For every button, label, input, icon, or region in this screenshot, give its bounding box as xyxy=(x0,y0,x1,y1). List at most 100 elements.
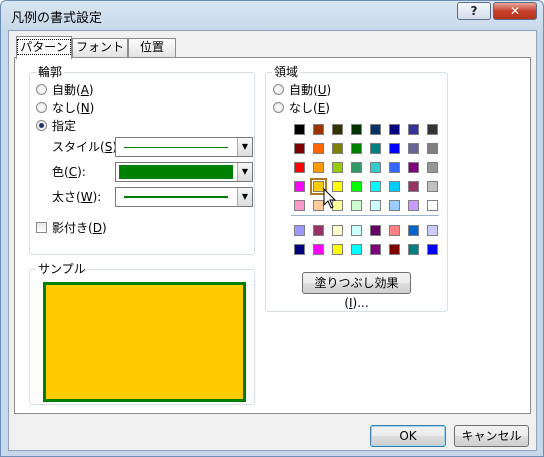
area-auto-end: ) xyxy=(326,83,332,97)
color-swatch[interactable] xyxy=(427,124,438,135)
color-swatch[interactable] xyxy=(427,143,438,154)
shadow-checkbox[interactable] xyxy=(36,222,47,233)
border-color-combo[interactable]: ▼ xyxy=(115,162,253,182)
border-none-end: ) xyxy=(89,101,95,115)
border-color-text: 色( xyxy=(52,165,69,179)
area-none-text: なし( xyxy=(289,101,318,115)
color-swatch[interactable] xyxy=(427,200,438,211)
border-style-preview xyxy=(124,147,228,148)
border-auto-radio[interactable] xyxy=(36,84,47,95)
color-swatch[interactable] xyxy=(332,143,343,154)
color-swatch[interactable] xyxy=(427,181,438,192)
color-swatch[interactable] xyxy=(351,225,362,236)
tab-font-label: フォント xyxy=(75,40,124,54)
color-swatch[interactable] xyxy=(389,162,400,173)
tab-font[interactable]: フォント xyxy=(72,38,128,57)
close-button[interactable]: ✕ xyxy=(493,2,537,20)
color-swatch[interactable] xyxy=(370,162,381,173)
border-none-key: N xyxy=(80,101,90,115)
border-custom-radio[interactable] xyxy=(36,120,47,131)
area-none-radio[interactable] xyxy=(273,102,284,113)
tab-pattern[interactable]: パターン xyxy=(16,36,72,59)
border-none-text: なし( xyxy=(52,101,81,115)
border-style-label: スタイル(S): xyxy=(52,140,121,154)
border-custom-label[interactable]: 指定 xyxy=(52,119,76,133)
shadow-label[interactable]: 影付き(D) xyxy=(52,221,107,235)
color-swatch[interactable] xyxy=(332,244,343,255)
area-none-label[interactable]: なし(E) xyxy=(289,101,330,115)
color-swatch[interactable] xyxy=(313,244,324,255)
color-swatch[interactable] xyxy=(389,225,400,236)
color-swatch[interactable] xyxy=(294,162,305,173)
area-auto-radio[interactable] xyxy=(273,84,284,95)
color-swatch[interactable] xyxy=(389,124,400,135)
mouse-pointer-icon xyxy=(323,188,337,209)
shadow-text: 影付き( xyxy=(52,221,93,235)
border-weight-combo[interactable]: ▼ xyxy=(115,187,253,207)
ok-button[interactable]: OK xyxy=(370,425,446,447)
color-swatch[interactable] xyxy=(408,181,419,192)
chevron-down-icon[interactable]: ▼ xyxy=(237,138,252,156)
title-bar[interactable]: 凡例の書式設定 ? ✕ xyxy=(1,1,543,29)
color-swatch[interactable] xyxy=(408,124,419,135)
palette-separator xyxy=(291,215,439,216)
color-swatch[interactable] xyxy=(294,244,305,255)
tab-position[interactable]: 位置 xyxy=(128,38,176,57)
color-swatch[interactable] xyxy=(313,124,324,135)
color-swatch[interactable] xyxy=(370,225,381,236)
color-swatch[interactable] xyxy=(313,225,324,236)
area-auto-label[interactable]: 自動(U) xyxy=(289,83,331,97)
color-swatch[interactable] xyxy=(294,200,305,211)
color-swatch[interactable] xyxy=(294,143,305,154)
color-swatch[interactable] xyxy=(351,162,362,173)
color-swatch[interactable] xyxy=(408,200,419,211)
color-swatch[interactable] xyxy=(370,200,381,211)
format-legend-dialog: 凡例の書式設定 ? ✕ パターン フォント 位置 輪郭 自動(A) なし(N) … xyxy=(0,0,544,457)
color-swatch[interactable] xyxy=(332,162,343,173)
color-swatch[interactable] xyxy=(332,225,343,236)
color-swatch[interactable] xyxy=(408,143,419,154)
shadow-end: ) xyxy=(101,221,107,235)
color-swatch[interactable] xyxy=(332,124,343,135)
color-swatch[interactable] xyxy=(389,244,400,255)
border-none-radio[interactable] xyxy=(36,102,47,113)
color-swatch[interactable] xyxy=(313,162,324,173)
color-swatch[interactable] xyxy=(294,181,305,192)
color-swatch[interactable] xyxy=(351,143,362,154)
color-swatch[interactable] xyxy=(313,143,324,154)
color-swatch[interactable] xyxy=(389,181,400,192)
help-button[interactable]: ? xyxy=(457,2,491,20)
color-swatch[interactable] xyxy=(370,143,381,154)
color-swatch[interactable] xyxy=(370,244,381,255)
color-swatch[interactable] xyxy=(351,181,362,192)
chevron-down-icon[interactable]: ▼ xyxy=(237,163,252,181)
color-swatch[interactable] xyxy=(351,124,362,135)
color-swatch[interactable] xyxy=(427,225,438,236)
color-swatch[interactable] xyxy=(408,225,419,236)
cancel-button[interactable]: キャンセル xyxy=(454,425,529,447)
color-swatch[interactable] xyxy=(351,200,362,211)
area-group-label: 領域 xyxy=(272,65,301,79)
sample-group: サンプル xyxy=(29,262,255,405)
chevron-down-icon[interactable]: ▼ xyxy=(237,188,252,206)
color-swatch[interactable] xyxy=(389,200,400,211)
color-swatch[interactable] xyxy=(427,162,438,173)
border-weight-preview xyxy=(124,196,228,198)
color-swatch[interactable] xyxy=(389,143,400,154)
color-swatch[interactable] xyxy=(427,244,438,255)
area-none-end: ) xyxy=(325,101,330,115)
border-auto-label[interactable]: 自動(A) xyxy=(52,83,94,97)
border-group-label: 輪郭 xyxy=(36,65,65,79)
color-swatch[interactable] xyxy=(370,124,381,135)
color-swatch[interactable] xyxy=(351,244,362,255)
color-swatch[interactable] xyxy=(408,244,419,255)
color-swatch[interactable] xyxy=(408,162,419,173)
color-swatch[interactable] xyxy=(294,225,305,236)
fill-effects-button[interactable]: 塗りつぶし効果(I)... xyxy=(302,272,411,310)
border-style-combo[interactable]: ▼ xyxy=(115,137,253,157)
color-swatch[interactable] xyxy=(370,181,381,192)
color-swatch[interactable] xyxy=(294,124,305,135)
border-none-label[interactable]: なし(N) xyxy=(52,101,94,115)
question-mark-icon: ? xyxy=(470,4,478,18)
area-group: 領域 自動(U) なし(E) 塗りつぶし効果(I)... xyxy=(265,65,448,312)
